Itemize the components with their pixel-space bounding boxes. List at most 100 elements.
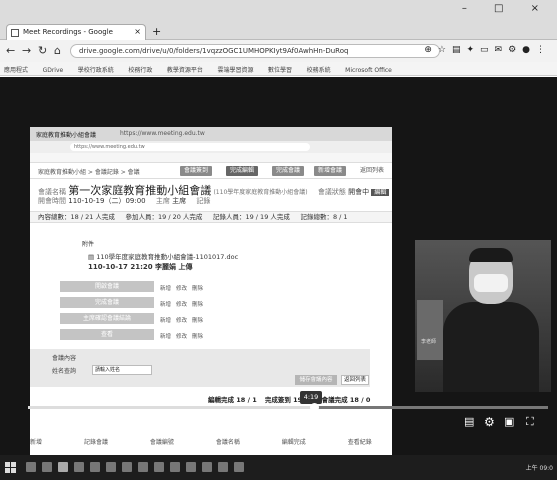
search-icon[interactable]: [26, 462, 36, 472]
app-icon[interactable]: [138, 462, 148, 472]
bookmark-item[interactable]: 應用程式: [4, 65, 28, 74]
seek-preview-time: 4:19: [300, 391, 322, 404]
task-view-icon[interactable]: [42, 462, 52, 472]
finish-edit-button: 完成編輯: [226, 166, 259, 176]
row-action-delete: 刪除: [192, 302, 204, 308]
forward-icon[interactable]: →: [22, 44, 31, 57]
complete-meeting-button: 完成會議: [60, 297, 154, 308]
bookmark-item[interactable]: 校務行政: [128, 65, 152, 74]
bookmark-item[interactable]: 數位學習: [268, 65, 292, 74]
stat-item: 內容總數：18 / 21 人完成: [38, 213, 115, 221]
window-controls[interactable]: – □ ×: [462, 3, 551, 14]
bookmark-item[interactable]: 校務系統: [307, 65, 331, 74]
reload-icon[interactable]: ↻: [38, 44, 47, 57]
timecode: 5:56 / 7:50: [74, 417, 113, 425]
home-icon[interactable]: ⌂: [54, 44, 61, 57]
underlay-item: 新增: [30, 439, 43, 446]
save-notes-button: 儲存會議內容: [295, 375, 337, 385]
bottom-stats: 編輯完成 18 / 1 完成簽到 19 / 1 會議完成 18 / 0: [208, 394, 376, 404]
drive-favicon-icon: [11, 29, 19, 37]
row-action-add: 新增: [160, 302, 172, 308]
view-button: 查看: [60, 329, 154, 340]
row-action-add: 新增: [160, 334, 172, 340]
browser-tab-bar: Meet Recordings - Google × + – □ ×: [0, 0, 557, 40]
app-icon[interactable]: [186, 462, 196, 472]
breadcrumb: 家庭教育推動小組 > 會議記錄 > 會議: [38, 169, 140, 176]
bookmark-item[interactable]: 教學資源平台: [167, 65, 203, 74]
miniplayer-icon[interactable]: ▣: [504, 415, 514, 429]
player-controls: ❚❚ ◀ 5:56 / 7:50 ▤ ⚙ ▣ ⛶: [0, 411, 557, 435]
inner-bookmarks-bar: [30, 153, 392, 163]
new-tab-button[interactable]: +: [152, 25, 161, 38]
notes-panel: 會議內容 姓名查詢 請輸入姓名 儲存會議內容 返回列表: [30, 349, 370, 387]
system-clock: 上午 09:0: [525, 465, 553, 472]
face-mask: [474, 274, 508, 292]
bookmark-item[interactable]: 雲端學習資源: [217, 65, 253, 74]
meeting-title-note: (110學年度家庭教育推動小組會議): [213, 189, 308, 196]
tab-title: Meet Recordings - Google: [23, 28, 113, 36]
bookmark-item[interactable]: 學校行政系統: [78, 65, 114, 74]
time-value: 110-10-19（二）09:00: [68, 197, 146, 205]
notes-input: 請輸入姓名: [92, 365, 152, 375]
progress-bar[interactable]: [28, 403, 548, 412]
url-field[interactable]: drive.google.com/drive/u/0/folders/1vqzz…: [70, 44, 440, 58]
chrome-icon[interactable]: [106, 462, 116, 472]
app-icon[interactable]: [58, 462, 68, 472]
attachment-label: 附件: [82, 241, 95, 248]
app-icon[interactable]: [170, 462, 180, 472]
settings-gear-icon[interactable]: ⚙: [484, 415, 495, 429]
app-icon[interactable]: [234, 462, 244, 472]
video-player[interactable]: 家庭教育推動小組會議 https://www.meeting.edu.tw ht…: [0, 77, 557, 479]
app-icon[interactable]: [122, 462, 132, 472]
underlay-item: 查看紀錄: [347, 439, 372, 446]
underlay-item: 會議名稱: [215, 439, 240, 446]
bookmarks-bar: 應用程式 GDrive 學校行政系統 校務行政 教學資源平台 雲端學習資源 數位…: [0, 62, 557, 76]
status-label: 會議狀態: [317, 188, 346, 196]
document-icon: ▤: [88, 253, 97, 261]
windows-start-icon[interactable]: [5, 462, 16, 473]
app-icon[interactable]: [218, 462, 228, 472]
chair-value: 主席: [172, 197, 187, 205]
person-body: [443, 302, 539, 392]
finish-meeting-button: 完成會議: [272, 166, 305, 176]
chair-back: [417, 300, 443, 360]
tab-close-icon[interactable]: ×: [134, 27, 141, 36]
inner-tab-bar: 家庭教育推動小組會議 https://www.meeting.edu.tw: [30, 127, 392, 141]
browser-tab[interactable]: Meet Recordings - Google ×: [6, 24, 146, 40]
attachment-file: ▤ 110學年度家庭教育推動小組會議-1101017.doc: [88, 251, 238, 261]
bookmark-item[interactable]: Microsoft Office: [345, 67, 392, 74]
back-list-button: 返回列表: [356, 166, 389, 176]
row-action-edit: 修改: [176, 302, 188, 308]
row-action-add: 新增: [160, 318, 172, 324]
notes-input-label: 姓名查詢: [52, 368, 77, 375]
webcam-feed: 李老師: [415, 240, 551, 392]
file-explorer-icon[interactable]: [74, 462, 84, 472]
stats-bar: 內容總數：18 / 21 人完成 參加人員：19 / 20 人完成 記錄人員：1…: [30, 211, 392, 223]
extension-icons[interactable]: ⊕☆▤✦▭✉⚙●⋮: [424, 45, 551, 55]
recorder-label: 記錄: [196, 197, 211, 205]
row-action-delete: 刪除: [192, 318, 204, 324]
app-icon[interactable]: [154, 462, 164, 472]
app-icon[interactable]: [90, 462, 100, 472]
row-action-edit: 修改: [176, 334, 188, 340]
row-action-delete: 刪除: [192, 286, 204, 292]
volume-slider[interactable]: [56, 422, 68, 424]
sign-in-button: 會議簽到: [180, 166, 213, 176]
underlay-item: 會議編號: [149, 439, 174, 446]
person-hair: [469, 248, 513, 262]
meeting-title-label: 會議名稱: [38, 188, 66, 196]
time-label: 開會時間: [38, 197, 66, 205]
app-icon[interactable]: [202, 462, 212, 472]
bookmark-item[interactable]: GDrive: [43, 67, 64, 74]
row-action-add: 新增: [160, 286, 172, 292]
fullscreen-icon[interactable]: ⛶: [526, 415, 534, 429]
meeting-time-row: 開會時間 110-10-19（二）09:00 主席 主席 記錄: [38, 196, 210, 206]
stat-item: 記錄人員：19 / 19 人完成: [212, 213, 290, 221]
subtitles-icon[interactable]: ▤: [464, 415, 474, 429]
inner-tab-title: 家庭教育推動小組會議: [36, 132, 97, 139]
status-tag: 編輯: [371, 189, 390, 196]
progress-fill: [28, 406, 314, 409]
back-icon[interactable]: ←: [6, 44, 15, 57]
meeting-toolbar: 家庭教育推動小組 > 會議記錄 > 會議 會議簽到 完成編輯 完成會議 新增會議…: [30, 163, 392, 179]
participant-name: 李老師: [421, 339, 437, 345]
